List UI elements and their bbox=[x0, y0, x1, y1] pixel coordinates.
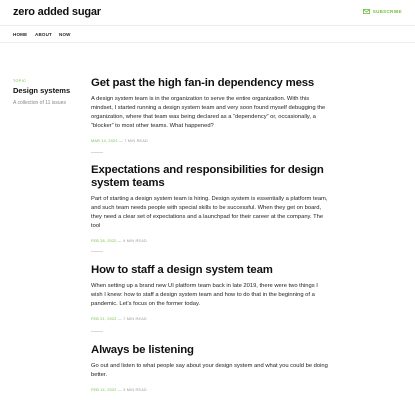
subscribe-button[interactable]: SUBSCRIBE bbox=[362, 9, 402, 14]
subscribe-label: SUBSCRIBE bbox=[372, 9, 402, 14]
post-date: MAR 14, 2022 bbox=[91, 139, 118, 143]
nav-item-about[interactable]: ABOUT bbox=[35, 32, 52, 37]
mail-icon bbox=[362, 9, 370, 14]
post-divider bbox=[91, 331, 103, 332]
post-title-link[interactable]: Expectations and responsibilities for de… bbox=[91, 164, 331, 190]
post-excerpt: A design system team is in the organizat… bbox=[91, 96, 326, 129]
post-meta: FEB 14, 2022 — 3 MIN READ bbox=[91, 388, 331, 392]
post-read-time: — 7 MIN READ bbox=[118, 139, 148, 143]
post-card: Get past the high fan-in dependency mess… bbox=[91, 77, 331, 143]
post-date: FEB 28, 2022 bbox=[91, 239, 117, 243]
post-meta: FEB 21, 2022 — 7 MIN READ bbox=[91, 317, 331, 321]
post-date: FEB 14, 2022 bbox=[91, 388, 117, 392]
post-meta: FEB 28, 2022 — 9 MIN READ bbox=[91, 239, 331, 243]
topic-title: Design systems bbox=[13, 86, 71, 95]
post-title-link[interactable]: Get past the high fan-in dependency mess bbox=[91, 77, 331, 90]
post-excerpt: When setting up a brand new UI platform … bbox=[91, 283, 318, 307]
nav-item-home[interactable]: HOME bbox=[13, 32, 27, 37]
post-meta: MAR 14, 2022 — 7 MIN READ bbox=[91, 139, 331, 143]
post-title-link[interactable]: How to staff a design system team bbox=[91, 264, 331, 277]
site-logo[interactable]: zero added sugar bbox=[13, 6, 101, 18]
post-card: Expectations and responsibilities for de… bbox=[91, 164, 331, 243]
topic-description: A collection of 11 issues bbox=[13, 100, 66, 106]
post-read-time: — 3 MIN READ bbox=[117, 388, 147, 392]
main-nav: HOME ABOUT NOW bbox=[0, 26, 415, 43]
post-title-link[interactable]: Always be listening bbox=[91, 344, 331, 357]
post-divider bbox=[91, 251, 103, 252]
nav-item-now[interactable]: NOW bbox=[59, 32, 71, 37]
site-header: zero added sugar SUBSCRIBE bbox=[0, 0, 415, 26]
post-excerpt: Go out and listen to what people say abo… bbox=[91, 363, 328, 378]
post-card: Always be listening Go out and listen to… bbox=[91, 344, 331, 392]
post-date: FEB 21, 2022 bbox=[91, 317, 117, 321]
post-card: How to staff a design system team When s… bbox=[91, 264, 331, 321]
post-read-time: — 9 MIN READ bbox=[117, 239, 147, 243]
post-excerpt: Part of starting a design system team is… bbox=[91, 196, 328, 229]
post-read-time: — 7 MIN READ bbox=[117, 317, 147, 321]
post-divider bbox=[91, 152, 103, 153]
topic-kicker: TOPIC bbox=[13, 79, 27, 83]
